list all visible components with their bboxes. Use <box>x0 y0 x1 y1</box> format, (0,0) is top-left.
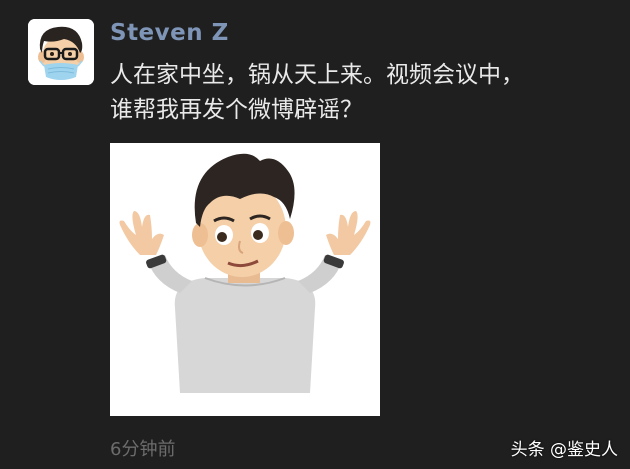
post-text-line: 谁帮我再发个微博辟谣？ <box>110 97 363 123</box>
post-text-line: 人在家中坐，锅从天上来。视频会议中， <box>110 62 524 88</box>
post-timestamp: 6分钟前 <box>110 439 176 460</box>
moments-post: Steven Z 人在家中坐，锅从天上来。视频会议中， 谁帮我再发个微博辟谣？ <box>0 0 630 469</box>
author-name[interactable]: Steven Z <box>110 20 229 46</box>
shrugging-memoji-icon <box>110 143 380 416</box>
post-image[interactable] <box>110 143 380 416</box>
watermark: 头条 @鉴史人 <box>510 440 618 460</box>
avatar[interactable] <box>28 19 94 85</box>
post-text: 人在家中坐，锅从天上来。视频会议中， 谁帮我再发个微博辟谣？ <box>110 58 610 128</box>
memoji-avatar-icon <box>28 19 94 85</box>
